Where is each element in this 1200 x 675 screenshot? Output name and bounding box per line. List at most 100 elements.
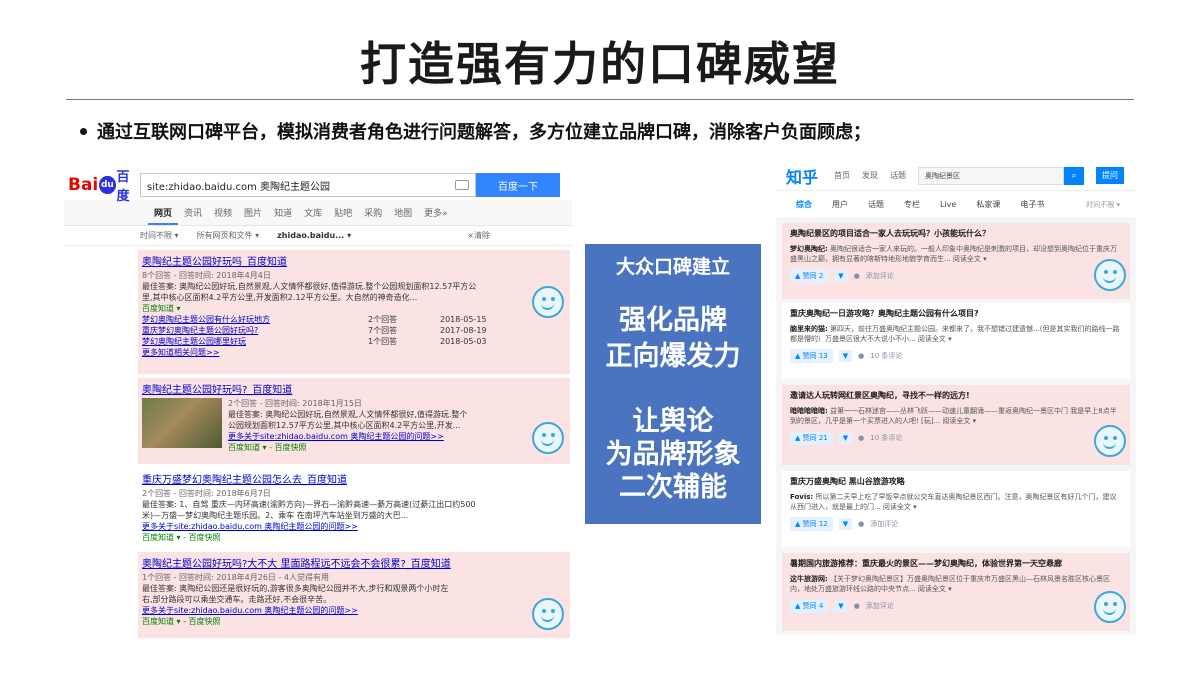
tab-map[interactable]: 地图	[388, 206, 418, 225]
answer-title-link[interactable]: 暑期国内旅游推荐：重庆最火的景区——梦幻奥陶纪，体验世界第一天空悬廊	[790, 558, 1122, 570]
baidu-search-button[interactable]: 百度一下	[476, 173, 560, 197]
tab-more[interactable]: 更多»	[418, 206, 454, 225]
answer-body: 第四天，前往万盛奥陶纪主题公园。来都来了，我不想错过建遗憾...(但是其实我们的…	[790, 325, 1120, 343]
callout-block-2: 让舆论 为品牌形象 二次辅能	[585, 405, 761, 504]
related-question-link[interactable]: 梦幻奥陶纪主题公园有什么好玩地方	[142, 314, 368, 325]
comment-icon: ●	[858, 352, 865, 360]
bullet-point: 通过互联网口碑平台，模拟消费者角色进行问题解答，多方位建立品牌口碑，消除客户负面…	[80, 118, 871, 144]
answer-author[interactable]: 这牛旅游网:	[790, 575, 828, 583]
upvote-button[interactable]: ▲ 赞同 13	[790, 349, 833, 363]
more-questions-link[interactable]: 更多关于site:zhidao.baidu.com 奥陶纪主题公园的问题>>	[142, 605, 566, 616]
answer-author[interactable]: 暗暗暗暗暗:	[790, 407, 828, 415]
tab-purchase[interactable]: 采购	[358, 206, 388, 225]
tab-images[interactable]: 图片	[238, 206, 268, 225]
result-title-link[interactable]: 奥陶纪主题公园好玩吗_百度知道	[142, 253, 566, 268]
zhihu-nav-topics[interactable]: 话题	[890, 170, 906, 181]
more-questions-link[interactable]: 更多知道相关问题>>	[142, 347, 566, 358]
answer-title-link[interactable]: 重庆万盛奥陶纪 黑山谷旅游攻略	[790, 476, 1122, 488]
downvote-button[interactable]: ▼	[838, 432, 853, 444]
zhihu-logo[interactable]: 知乎	[786, 164, 818, 188]
more-questions-link[interactable]: 更多关于site:zhidao.baidu.com 奥陶纪主题公园的问题>>	[142, 521, 566, 532]
tab-wenku[interactable]: 文库	[298, 206, 328, 225]
tab-news[interactable]: 资讯	[178, 206, 208, 225]
result-source[interactable]: 百度知道 ▾	[142, 303, 566, 314]
related-question-row: 梦幻奥陶纪主题公园哪里好玩 1个回答 2018-05-03	[142, 336, 566, 347]
answer-actions: ▲ 赞同 2 ▼ ● 添加评论	[790, 269, 1122, 283]
zhihu-search-input[interactable]: 奥陶纪景区	[918, 166, 1065, 185]
answer-author[interactable]: 脑里来的猫:	[790, 325, 828, 333]
result-source[interactable]: 百度知道 ▾ - 百度快照	[142, 532, 566, 543]
related-answer-count: 7个回答	[368, 326, 398, 335]
tab-video[interactable]: 视频	[208, 206, 238, 225]
downvote-button[interactable]: ▼	[834, 270, 848, 282]
smiley-icon	[532, 286, 564, 318]
zhihu-answer-card: 奥陶纪景区的项目适合一家人去玩玩吗？小孩能玩什么？ 梦幻奥陶纪: 奥陶纪很适合一…	[782, 223, 1130, 299]
zhihu-nav-home[interactable]: 首页	[834, 170, 850, 181]
downvote-button[interactable]: ▼	[834, 600, 848, 612]
tab-users[interactable]: 用户	[832, 199, 848, 210]
related-question-link[interactable]: 梦幻奥陶纪主题公园哪里好玩	[142, 336, 368, 347]
slide-title: 打造强有力的口碑威望	[360, 37, 840, 91]
result-title-link[interactable]: 重庆万盛梦幻奥陶纪主题公园怎么去_百度知道	[142, 471, 566, 486]
result-source[interactable]: 百度知道 ▾ - 百度快照	[142, 616, 566, 627]
tab-live[interactable]: Live	[940, 200, 956, 209]
comment-link[interactable]: 添加评论	[866, 601, 894, 611]
result-title-link[interactable]: 奥陶纪主题公园好玩吗?大不大 里面路程远不远会不会很累?_百度知道	[142, 555, 566, 570]
answer-actions: ▲ 赞同 4 ▼ ● 添加评论	[790, 599, 1122, 613]
answer-author[interactable]: 梦幻奥陶纪:	[790, 245, 828, 253]
zhihu-answer-card: 重庆奥陶纪一日游攻略？奥陶纪主题公园有什么项目? 脑里来的猫: 第四天，前往万盛…	[782, 303, 1130, 379]
bullet-dot-icon	[80, 127, 87, 135]
tab-courses[interactable]: 私家课	[976, 199, 1000, 210]
callout-line: 为品牌形象	[605, 439, 741, 470]
baidu-logo[interactable]: Bai du 百度	[68, 170, 140, 204]
tab-tieba[interactable]: 贴吧	[328, 206, 358, 225]
upvote-button[interactable]: ▲ 赞同 12	[790, 517, 833, 531]
zhihu-ask-button[interactable]: 提问	[1096, 167, 1125, 184]
upvote-button[interactable]: ▲ 赞同 21	[790, 431, 833, 445]
filter-time[interactable]: 时间不限 ▾	[140, 230, 179, 241]
tab-all[interactable]: 综合	[796, 199, 812, 210]
filter-site[interactable]: zhidao.baidu... ▾	[277, 231, 351, 240]
answer-excerpt: 这牛旅游网: 【关于梦幻奥陶纪景区】万盛奥陶纪景区位于重庆市万盛区黑山—石林风景…	[790, 574, 1122, 594]
search-result: 奥陶纪主题公园好玩吗?_百度知道 2个回答 - 回答时间: 2018年1月15日…	[138, 378, 570, 464]
answer-excerpt: 脑里来的猫: 第四天，前往万盛奥陶纪主题公园。来都来了，我不想错过建遗憾...(…	[790, 324, 1122, 344]
related-question-link[interactable]: 重庆梦幻奥陶纪主题公园好玩吗?	[142, 325, 368, 336]
downvote-button[interactable]: ▼	[838, 518, 853, 530]
tab-columns[interactable]: 专栏	[904, 199, 920, 210]
title-divider	[66, 99, 1134, 100]
answer-title-link[interactable]: 奥陶纪景区的项目适合一家人去玩玩吗？小孩能玩什么？	[790, 228, 1122, 240]
time-filter[interactable]: 时间不限 ▾	[1086, 200, 1120, 210]
upvote-button[interactable]: ▲ 赞同 4	[790, 599, 829, 613]
comment-link[interactable]: 10 条评论	[870, 433, 902, 443]
answer-actions: ▲ 赞同 13 ▼ ● 10 条评论	[790, 349, 1122, 363]
comment-link[interactable]: 添加评论	[870, 519, 898, 529]
baidu-search-input[interactable]: site:zhidao.baidu.com 奥陶纪主题公园	[140, 173, 476, 197]
callout-heading: 大众口碑建立	[615, 256, 730, 278]
smiley-icon	[532, 422, 564, 454]
answer-author[interactable]: Fovis:	[790, 493, 813, 501]
tab-ebooks[interactable]: 电子书	[1020, 199, 1044, 210]
zhihu-nav-explore[interactable]: 发现	[862, 170, 878, 181]
downvote-button[interactable]: ▼	[838, 350, 853, 362]
comment-link[interactable]: 10 条评论	[870, 351, 902, 361]
filter-filetype[interactable]: 所有网页和文件 ▾	[197, 230, 260, 241]
tab-zhidao[interactable]: 知道	[268, 206, 298, 225]
callout-block-1: 强化品牌 正向爆发力	[585, 303, 761, 375]
upvote-button[interactable]: ▲ 赞同 2	[790, 269, 829, 283]
word-of-mouth-callout: 大众口碑建立 强化品牌 正向爆发力 让舆论 为品牌形象 二次辅能	[585, 244, 761, 524]
search-icon[interactable]: ⌕	[1064, 166, 1085, 185]
result-meta: 1个回答 - 回答时间: 2018年4月26日 - 4人觉得有用	[142, 573, 329, 582]
answer-title-link[interactable]: 重庆奥陶纪一日游攻略？奥陶纪主题公园有什么项目?	[790, 308, 1122, 320]
result-body: 右,部分路段可以乘坐交通车。走路还好,不会很辛苦。	[142, 595, 332, 604]
answer-title-link[interactable]: 邀请达人玩转网红景区奥陶纪，寻找不一样的远方!	[790, 390, 1122, 402]
result-thumbnail[interactable]	[142, 398, 222, 448]
camera-icon[interactable]	[455, 180, 469, 190]
result-title-link[interactable]: 奥陶纪主题公园好玩吗?_百度知道	[142, 381, 566, 396]
filter-clear[interactable]: ×清除	[467, 230, 490, 241]
tab-topics[interactable]: 话题	[868, 199, 884, 210]
tab-web[interactable]: 网页	[148, 206, 179, 225]
comment-link[interactable]: 添加评论	[866, 271, 894, 281]
related-date: 2018-05-15	[440, 315, 487, 324]
callout-line: 正向爆发力	[605, 341, 741, 372]
smiley-icon	[1094, 259, 1126, 291]
